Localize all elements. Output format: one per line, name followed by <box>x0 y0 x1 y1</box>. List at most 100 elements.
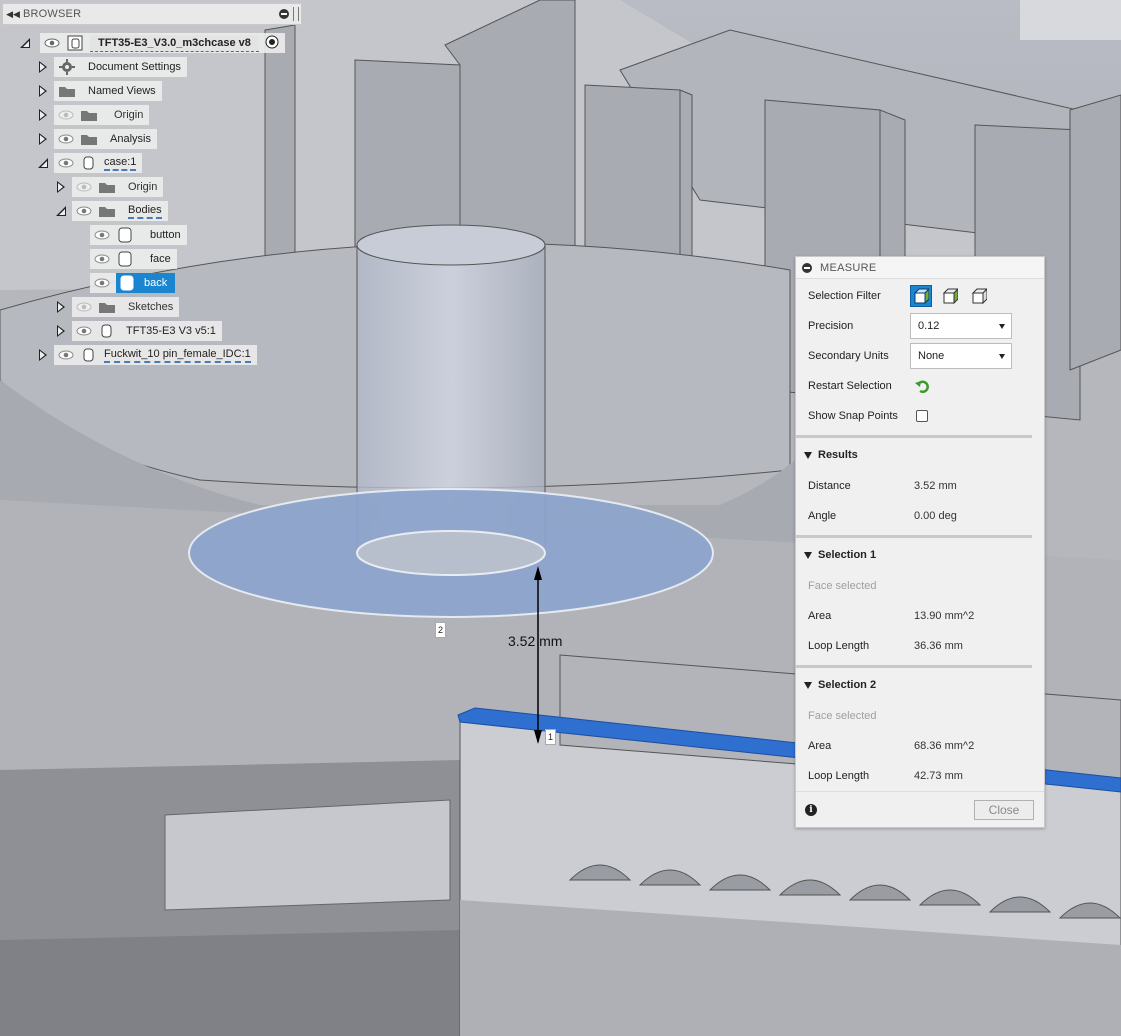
tree-item-label: Analysis <box>110 133 151 145</box>
visibility-eye-icon[interactable] <box>94 230 110 240</box>
expand-icon[interactable] <box>36 57 50 77</box>
precision-dropdown[interactable]: 0.12 <box>910 313 1012 339</box>
selection-filter-label: Selection Filter <box>808 290 881 302</box>
minimize-icon[interactable] <box>802 262 812 273</box>
info-icon[interactable]: i <box>805 804 817 816</box>
restart-selection-label: Restart Selection <box>808 380 892 392</box>
expand-triangle-icon <box>804 551 812 559</box>
expand-icon[interactable] <box>36 81 50 101</box>
results-section-header[interactable]: Results <box>804 449 858 461</box>
hidden-eye-icon[interactable] <box>58 110 74 120</box>
measure-dialog: MEASURE Selection Filter Precision 0.12 … <box>795 256 1045 828</box>
tree-item-idc-component[interactable]: Fuckwit_10 pin_female_IDC:1 <box>36 345 257 365</box>
visibility-eye-icon[interactable] <box>94 278 110 288</box>
divider <box>796 535 1032 538</box>
select-body-filter-icon[interactable] <box>968 285 990 307</box>
angle-row: Angle 0.00 deg <box>796 501 1044 531</box>
hidden-eye-icon[interactable] <box>76 182 92 192</box>
tree-item-tft35-component[interactable]: TFT35-E3 V3 v5:1 <box>54 321 222 341</box>
select-edge-filter-icon[interactable] <box>939 285 961 307</box>
secondary-units-row: Secondary Units None <box>796 341 1044 371</box>
tree-item-label: Document Settings <box>88 61 181 73</box>
collapse-icon[interactable] <box>54 201 68 221</box>
visibility-eye-icon[interactable] <box>44 38 60 48</box>
secondary-units-dropdown[interactable]: None <box>910 343 1012 369</box>
loop-length-value: 42.73 mm <box>914 770 963 782</box>
component-icon <box>66 35 84 51</box>
browser-header: ◀◀ BROWSER <box>2 3 302 25</box>
tree-item-bodies[interactable]: Bodies <box>54 201 168 221</box>
tree-item-label: Origin <box>128 181 158 193</box>
folder-icon <box>98 179 116 195</box>
selection-filter-row: Selection Filter <box>796 281 1044 311</box>
precision-label: Precision <box>808 320 854 332</box>
component-icon <box>80 155 98 171</box>
precision-value: 0.12 <box>918 320 940 332</box>
area-label: Area <box>808 740 832 752</box>
chevron-down-icon <box>999 354 1005 359</box>
loop-length-value: 36.36 mm <box>914 640 963 652</box>
visibility-eye-icon[interactable] <box>94 254 110 264</box>
close-button[interactable]: Close <box>974 800 1034 820</box>
tree-item-document-settings[interactable]: Document Settings <box>36 57 187 77</box>
tree-item-sketches[interactable]: Sketches <box>54 297 180 317</box>
tree-item-origin[interactable]: Origin <box>36 105 150 125</box>
hidden-eye-icon[interactable] <box>76 302 92 312</box>
measure-footer: i Close <box>796 791 1044 827</box>
measure-title: MEASURE <box>820 261 877 274</box>
browser-title: BROWSER <box>23 8 82 20</box>
body-icon <box>116 227 134 243</box>
tree-item-case[interactable]: case:1 <box>36 153 143 173</box>
divider <box>796 665 1032 668</box>
visibility-eye-icon[interactable] <box>76 206 92 216</box>
collapse-icon[interactable] <box>18 33 32 53</box>
selection2-section-header[interactable]: Selection 2 <box>804 679 876 691</box>
selection1-area-row: Area 13.90 mm^2 <box>796 601 1044 631</box>
visibility-eye-icon[interactable] <box>58 158 74 168</box>
show-snap-points-row: Show Snap Points <box>796 401 1044 431</box>
minimize-icon[interactable] <box>279 9 289 19</box>
folder-icon <box>80 131 98 147</box>
tree-item-named-views[interactable]: Named Views <box>36 81 162 101</box>
folder-icon <box>58 83 76 99</box>
visibility-eye-icon[interactable] <box>76 326 92 336</box>
collapse-icon[interactable] <box>36 153 50 173</box>
results-title: Results <box>818 449 858 461</box>
visibility-eye-icon[interactable] <box>58 350 74 360</box>
tree-item-case-origin[interactable]: Origin <box>54 177 164 197</box>
tree-item-body-back[interactable]: back <box>72 273 176 293</box>
activate-radio-icon[interactable] <box>265 35 279 52</box>
selection1-section-header[interactable]: Selection 1 <box>804 549 876 561</box>
body-icon <box>116 251 134 267</box>
select-face-filter-icon[interactable] <box>910 285 932 307</box>
tree-item-root[interactable]: TFT35-E3_V3.0_m3chcase v8 <box>18 33 285 53</box>
selection1-title: Selection 1 <box>818 549 877 561</box>
expand-icon[interactable] <box>54 177 68 197</box>
divider <box>796 435 1032 438</box>
visibility-eye-icon[interactable] <box>58 134 74 144</box>
restart-arrow-icon[interactable] <box>914 378 930 397</box>
component-icon <box>98 323 116 339</box>
distance-label: Distance <box>808 480 851 492</box>
distance-row: Distance 3.52 mm <box>796 471 1044 501</box>
point-1-label: 1 <box>545 729 556 745</box>
selection2-status: Face selected <box>808 710 877 722</box>
tree-item-analysis[interactable]: Analysis <box>36 129 157 149</box>
expand-icon[interactable] <box>36 129 50 149</box>
expand-icon[interactable] <box>54 321 68 341</box>
expand-icon[interactable] <box>36 105 50 125</box>
tree-item-body-face[interactable]: face <box>72 249 177 269</box>
angle-label: Angle <box>808 510 837 522</box>
collapse-panel-icon[interactable]: ◀◀ <box>3 9 23 20</box>
tree-item-label: TFT35-E3 V3 v5:1 <box>126 325 216 337</box>
selection2-area-row: Area 68.36 mm^2 <box>796 731 1044 761</box>
show-snap-points-checkbox[interactable] <box>916 410 928 422</box>
loop-length-label: Loop Length <box>808 770 870 782</box>
selection1-loop-row: Loop Length 36.36 mm <box>796 631 1044 661</box>
point-2-label: 2 <box>435 622 446 638</box>
panel-grip-icon[interactable] <box>293 7 299 21</box>
expand-icon[interactable] <box>54 297 68 317</box>
expand-icon[interactable] <box>36 345 50 365</box>
tree-item-body-button[interactable]: button <box>72 225 187 245</box>
gear-icon <box>58 59 76 75</box>
